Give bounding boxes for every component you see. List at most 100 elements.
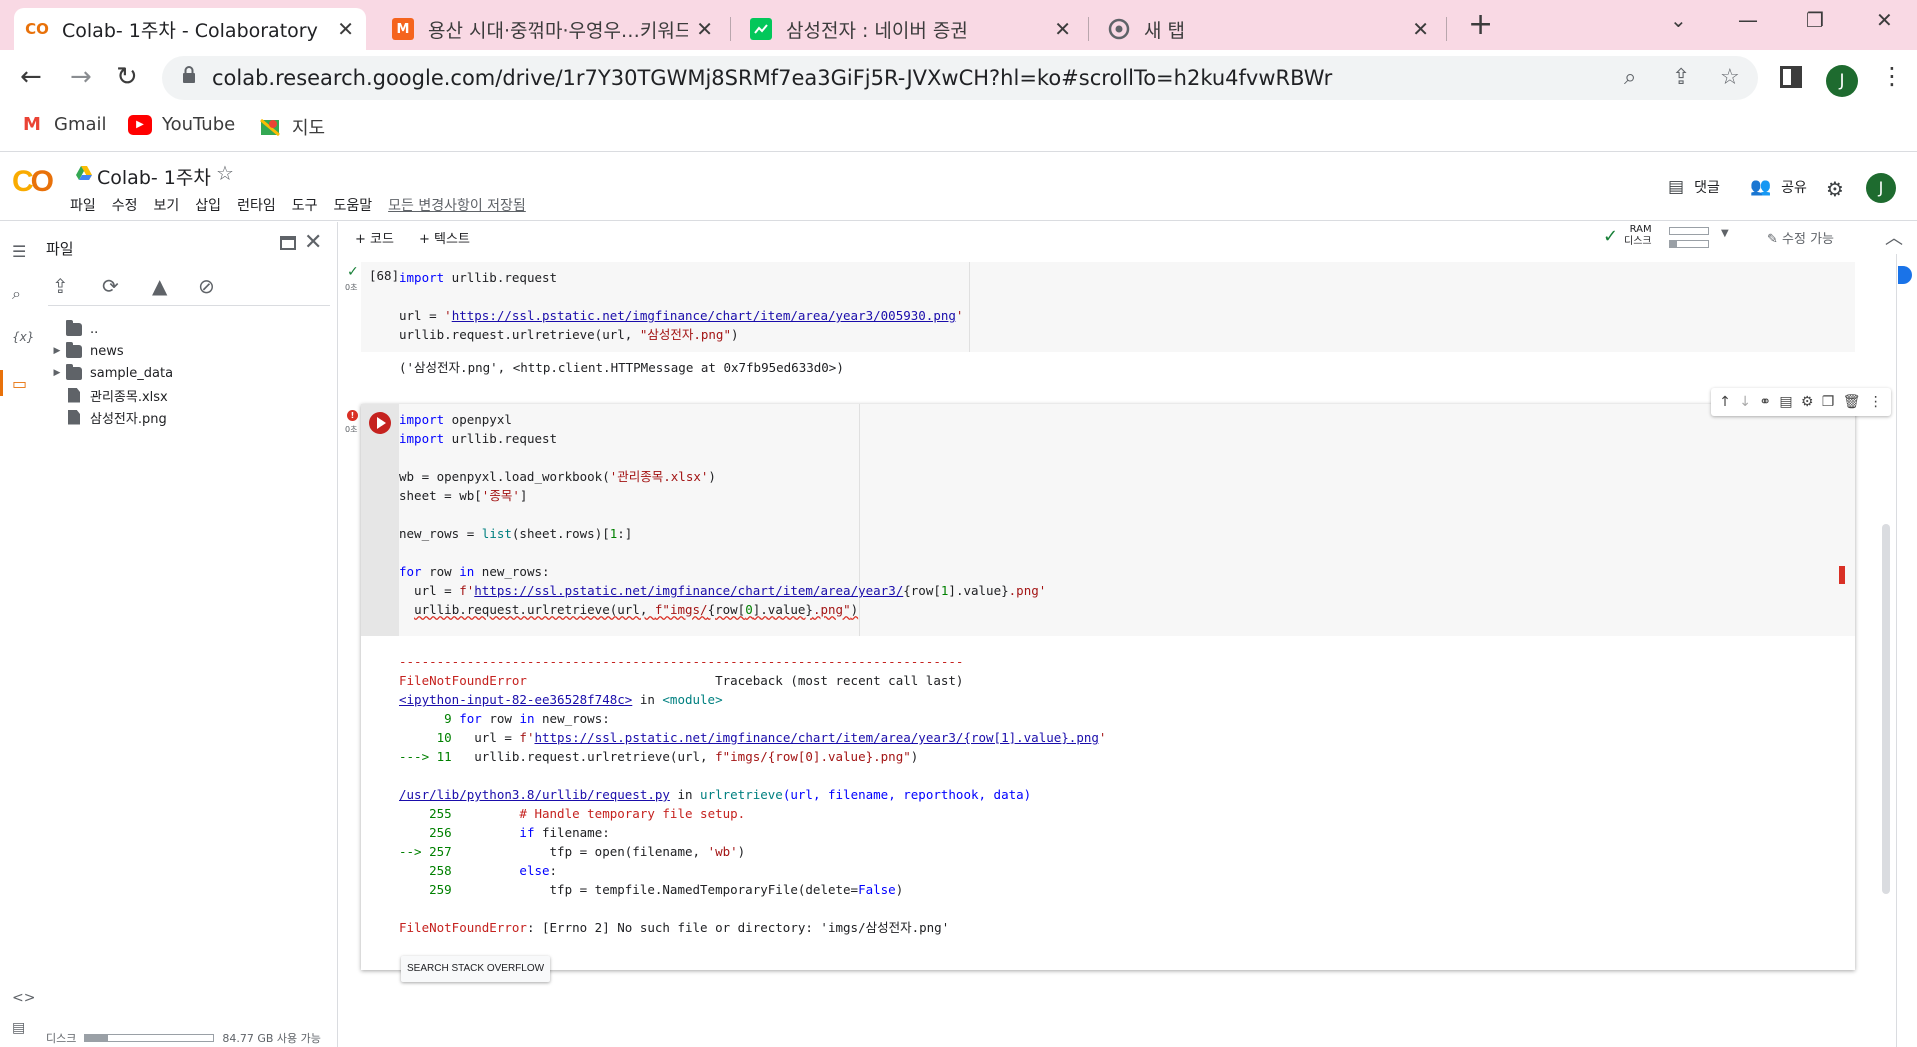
- share-button[interactable]: 👥 공유: [1750, 177, 1807, 197]
- restore-icon[interactable]: ❐: [1806, 8, 1824, 32]
- tree-item-xlsx[interactable]: 관리종목.xlsx: [48, 384, 168, 406]
- traceback-output: ----------------------------------------…: [399, 654, 1107, 935]
- window-close-icon[interactable]: ✕: [1876, 8, 1893, 32]
- toc-icon[interactable]: ☰: [12, 242, 26, 261]
- file-panel: 파일 ✕ ⇪ ⟳ ▲ ⊘ .. ▶ news ▶ sample_data 관리종…: [40, 222, 338, 1047]
- link-icon[interactable]: ⚭: [1759, 394, 1771, 410]
- chrome-menu-icon[interactable]: ⋮: [1880, 62, 1904, 90]
- tree-item-png[interactable]: 삼성전자.png: [48, 406, 167, 428]
- close-icon[interactable]: ✕: [304, 230, 322, 255]
- gear-icon: ⚙: [1826, 177, 1844, 201]
- share-page-icon[interactable]: ⇪: [1672, 65, 1690, 90]
- more-icon[interactable]: ⋮: [1869, 394, 1883, 410]
- tab-colab[interactable]: CO Colab- 1주차 - Colaboratory ✕: [14, 8, 366, 50]
- disk-bar[interactable]: [1669, 240, 1709, 248]
- code-cell[interactable]: ✓ 0초 [68] import urllib.request url = 'h…: [345, 262, 1855, 352]
- mirror-cell-icon[interactable]: ❐: [1822, 394, 1835, 410]
- move-down-icon[interactable]: ↓: [1739, 394, 1751, 410]
- address-bar[interactable]: colab.research.google.com/drive/1r7Y30TG…: [162, 56, 1758, 100]
- ram-label: RAM: [1629, 224, 1652, 235]
- account-avatar[interactable]: J: [1866, 173, 1896, 203]
- expand-icon[interactable]: ▶: [48, 368, 66, 378]
- forward-icon[interactable]: →: [70, 62, 92, 92]
- edit-mode[interactable]: ✎ 수정 가능: [1767, 228, 1834, 247]
- terminal-icon[interactable]: ▤: [12, 1020, 25, 1036]
- add-text-button[interactable]: + 텍스트: [419, 228, 470, 247]
- file-panel-title: 파일: [46, 240, 74, 258]
- run-cell-button[interactable]: [369, 412, 391, 434]
- url-text[interactable]: colab.research.google.com/drive/1r7Y30TG…: [212, 66, 1332, 90]
- comment-icon[interactable]: ▤: [1779, 394, 1792, 410]
- search-icon[interactable]: ⌕: [12, 284, 21, 304]
- notebook-body: ✓ 0초 [68] import urllib.request url = 'h…: [339, 254, 1917, 1047]
- tab-search-icon[interactable]: ⌄: [1670, 8, 1687, 32]
- code-editor[interactable]: import openpyxl import urllib.request wb…: [399, 410, 1046, 619]
- settings-button[interactable]: ⚙: [1826, 177, 1854, 201]
- menu-runtime[interactable]: 런타임: [237, 195, 276, 215]
- saved-status[interactable]: 모든 변경사항이 저장됨: [388, 195, 526, 215]
- back-icon[interactable]: ←: [20, 62, 42, 92]
- menu-insert[interactable]: 삽입: [195, 195, 221, 215]
- bookmark-gmail[interactable]: M Gmail: [20, 114, 106, 135]
- colab-logo[interactable]: CO: [12, 165, 54, 199]
- error-icon: !: [347, 410, 358, 421]
- add-code-button[interactable]: + 코드: [355, 228, 394, 247]
- folder-icon[interactable]: ▭: [12, 374, 27, 393]
- bookmark-star-icon[interactable]: ☆: [1720, 65, 1740, 90]
- star-icon[interactable]: ☆: [216, 161, 234, 185]
- expand-icon[interactable]: ▶: [48, 346, 66, 356]
- collapse-header-icon[interactable]: ︿: [1885, 224, 1903, 250]
- close-icon[interactable]: ✕: [337, 17, 354, 41]
- ram-bar[interactable]: [1669, 227, 1709, 235]
- tab-news[interactable]: M 용산 시대·중꺾마·우영우…키워드 ✕: [380, 8, 725, 50]
- chart-icon: [750, 18, 772, 40]
- new-tab-button[interactable]: +: [1468, 10, 1493, 40]
- notebook-scrollbar[interactable]: [1882, 254, 1890, 1024]
- chevron-down-icon[interactable]: ▼: [1721, 228, 1729, 239]
- hide-files-icon[interactable]: ⊘: [198, 274, 215, 298]
- search-stack-overflow-button[interactable]: SEARCH STACK OVERFLOW: [401, 956, 551, 982]
- file-icon: [68, 409, 80, 425]
- side-panel-icon[interactable]: [1780, 66, 1802, 88]
- profile-avatar[interactable]: J: [1826, 65, 1858, 97]
- menu-view[interactable]: 보기: [154, 195, 180, 215]
- variables-icon[interactable]: {x}: [12, 330, 34, 344]
- error-line-marker: [1839, 566, 1845, 584]
- browser-toolbar: ← → ↻ colab.research.google.com/drive/1r…: [0, 50, 1917, 106]
- code-editor[interactable]: import urllib.request url = 'https://ssl…: [399, 268, 963, 344]
- tab-new-tab[interactable]: 새 탭 ✕: [1096, 8, 1441, 50]
- comment-button[interactable]: ▤ 댓글: [1668, 177, 1720, 197]
- reload-icon[interactable]: ↻: [116, 62, 138, 92]
- refresh-folder-icon[interactable]: ⟳: [102, 274, 119, 298]
- menu-bar: 파일 수정 보기 삽입 런타임 도구 도움말 모든 변경사항이 저장됨: [70, 195, 526, 215]
- gear-icon[interactable]: ⚙: [1801, 394, 1814, 410]
- tree-item-parent[interactable]: ..: [48, 318, 98, 340]
- tab-separator: [730, 17, 731, 41]
- tab-separator: [1446, 17, 1447, 41]
- tree-item-news[interactable]: ▶ news: [48, 340, 124, 362]
- close-icon[interactable]: ✕: [1054, 17, 1071, 41]
- delete-icon[interactable]: 🗑: [1843, 394, 1861, 410]
- scroll-thumb[interactable]: [1882, 524, 1890, 894]
- bookmark-maps[interactable]: 지도: [258, 114, 325, 140]
- popout-icon[interactable]: [280, 236, 296, 250]
- zoom-icon[interactable]: ⌕: [1624, 65, 1636, 90]
- menu-edit[interactable]: 수정: [112, 195, 138, 215]
- minimize-icon[interactable]: —: [1738, 8, 1758, 32]
- exec-time: 0초: [345, 283, 358, 292]
- menu-file[interactable]: 파일: [70, 195, 96, 215]
- close-icon[interactable]: ✕: [1412, 17, 1429, 41]
- upload-icon[interactable]: ⇪: [52, 274, 69, 298]
- tree-item-label: 관리종목.xlsx: [90, 389, 168, 405]
- bookmark-youtube[interactable]: ▶ YouTube: [128, 114, 235, 135]
- mount-drive-icon[interactable]: ▲: [152, 274, 167, 298]
- menu-help[interactable]: 도움말: [333, 195, 372, 215]
- close-icon[interactable]: ✕: [696, 17, 713, 41]
- tree-item-sample-data[interactable]: ▶ sample_data: [48, 362, 173, 384]
- tab-naver-stock[interactable]: 삼성전자 : 네이버 증권 ✕: [738, 8, 1083, 50]
- notebook-title[interactable]: Colab- 1주차: [97, 163, 211, 190]
- code-cell-focused[interactable]: ! 0초 ↑ ↓ ⚭ ▤ ⚙ ❐ 🗑 ⋮ import openpyxl imp…: [345, 388, 1891, 982]
- code-snippets-icon[interactable]: <>: [12, 990, 35, 1006]
- menu-tools[interactable]: 도구: [292, 195, 318, 215]
- move-up-icon[interactable]: ↑: [1719, 394, 1731, 410]
